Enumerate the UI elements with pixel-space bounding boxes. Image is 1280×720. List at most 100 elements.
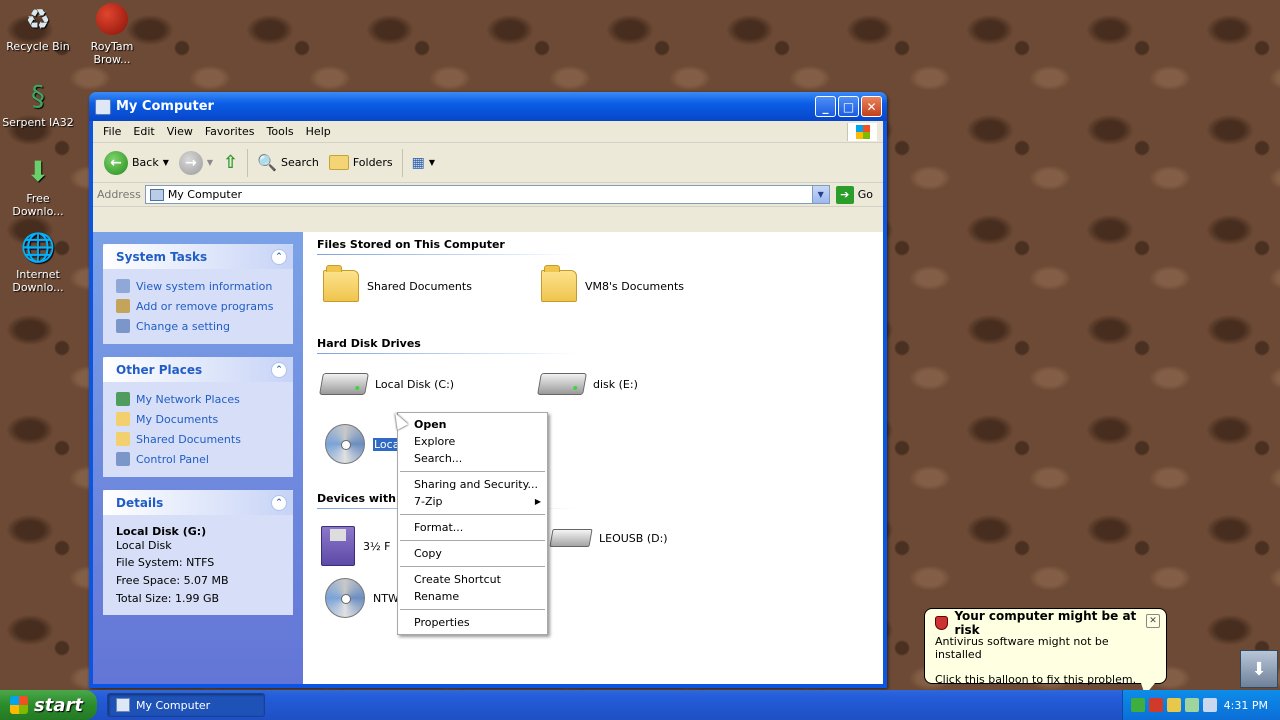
place-my-documents[interactable]: My Documents [116, 409, 283, 429]
place-my-network-places[interactable]: My Network Places [116, 389, 283, 409]
computer-icon [149, 188, 164, 201]
ctx-format[interactable]: Format... [398, 519, 547, 536]
leousb-d-item[interactable]: LEOUSB (D:) [549, 529, 668, 547]
group-header-hard-disks: Hard Disk Drives [317, 337, 577, 354]
local-disk-c-item[interactable]: Local Disk (C:) [319, 373, 454, 395]
file-view: Files Stored on This Computer Shared Doc… [303, 232, 883, 684]
go-arrow-icon: ➔ [835, 185, 854, 204]
desktop-icon-free-download[interactable]: ⬇ Free Downlo... [0, 154, 76, 218]
control-panel-icon [116, 452, 130, 466]
task-view-system-info[interactable]: View system information [116, 276, 283, 296]
place-control-panel[interactable]: Control Panel [116, 449, 283, 469]
panel-header[interactable]: Other Places ⌃ [103, 357, 293, 382]
cd-drive-icon [325, 578, 365, 618]
views-icon: ▦ [411, 154, 425, 171]
disc-drive-icon [325, 424, 365, 464]
address-dropdown-button[interactable]: ▼ [811, 186, 829, 203]
ctx-open[interactable]: Open [398, 416, 547, 433]
views-button[interactable]: ▦ ▼ [407, 148, 440, 178]
download-arrow-widget[interactable]: ⬇ [1240, 650, 1278, 688]
ctx-explore[interactable]: Explore [398, 433, 547, 450]
desktop-icon-internet-download[interactable]: 🌐 Internet Downlo... [0, 230, 76, 294]
panel-header[interactable]: Details ⌃ [103, 490, 293, 515]
desktop-icon-label: Recycle Bin [6, 40, 70, 53]
floppy-drive-item[interactable]: 3½ F [321, 526, 390, 566]
security-alert-tray-icon[interactable] [1149, 698, 1163, 712]
chevron-down-icon[interactable]: ▼ [207, 158, 213, 167]
chevron-down-icon[interactable]: ▼ [163, 158, 169, 167]
chevron-up-icon[interactable]: ⌃ [271, 361, 287, 378]
minimize-button[interactable]: _ [815, 96, 836, 117]
details-total-size: Total Size: 1.99 GB [116, 591, 220, 605]
task-pane: System Tasks ⌃ View system information A… [93, 232, 303, 684]
menu-file[interactable]: File [97, 125, 127, 138]
security-shield-icon [935, 616, 949, 630]
task-change-setting[interactable]: Change a setting [116, 316, 283, 336]
menu-separator [400, 609, 545, 610]
ctx-sharing-security[interactable]: Sharing and Security... [398, 476, 547, 493]
back-button[interactable]: ← Back ▼ [99, 148, 174, 178]
local-disk-g-item[interactable]: Loca [325, 424, 401, 464]
toolbar: ← Back ▼ → ▼ ⇧ 🔍 Search Folders ▦ ▼ [93, 143, 883, 183]
network-tray-icon[interactable] [1131, 698, 1145, 712]
task-add-remove-programs[interactable]: Add or remove programs [116, 296, 283, 316]
maximize-button[interactable]: □ [838, 96, 859, 117]
details-free-space: Free Space: 5.07 MB [116, 573, 229, 587]
folder-icon [116, 432, 130, 446]
item-label: VM8's Documents [585, 279, 684, 293]
ctx-properties[interactable]: Properties [398, 614, 547, 631]
ctx-search[interactable]: Search... [398, 450, 547, 467]
menu-help[interactable]: Help [300, 125, 337, 138]
desktop-icon-recycle-bin[interactable]: ♻ Recycle Bin [0, 2, 76, 53]
start-label: start [34, 694, 83, 716]
desktop-icon-roytam-browser[interactable]: RoyTam Brow... [74, 2, 150, 66]
back-label: Back [132, 156, 159, 169]
chevron-down-icon[interactable]: ▼ [429, 158, 435, 167]
balloon-line-1: Antivirus software might not be installe… [935, 635, 1109, 661]
update-tray-icon[interactable] [1167, 698, 1181, 712]
ctx-rename[interactable]: Rename [398, 588, 547, 605]
start-button[interactable]: start [0, 690, 97, 720]
item-label: disk (E:) [593, 377, 638, 391]
place-shared-documents[interactable]: Shared Documents [116, 429, 283, 449]
vm8-documents-item[interactable]: VM8's Documents [541, 265, 684, 302]
clock[interactable]: 4:31 PM [1224, 699, 1268, 712]
ctx-create-shortcut[interactable]: Create Shortcut [398, 571, 547, 588]
chevron-up-icon[interactable]: ⌃ [271, 248, 287, 265]
ctx-7zip[interactable]: 7-Zip ▶ [398, 493, 547, 510]
safely-remove-tray-icon[interactable] [1185, 698, 1199, 712]
title-bar[interactable]: My Computer _ □ ✕ [89, 92, 887, 121]
disk-e-item[interactable]: disk (E:) [537, 373, 638, 395]
forward-button[interactable]: → ▼ [174, 148, 218, 178]
details-file-system: File System: NTFS [116, 555, 215, 569]
menu-view[interactable]: View [161, 125, 199, 138]
close-button[interactable]: ✕ [861, 96, 882, 117]
address-input[interactable]: My Computer ▼ [144, 185, 830, 204]
details-panel: Details ⌃ Local Disk (G:) Local Disk Fil… [103, 490, 293, 615]
folders-label: Folders [352, 156, 393, 169]
security-balloon[interactable]: Your computer might be at risk ✕ Antivir… [924, 608, 1167, 695]
shared-documents-item[interactable]: Shared Documents [323, 265, 472, 302]
go-button[interactable]: ➔ Go [835, 185, 879, 204]
documents-folder-icon [116, 412, 130, 426]
display-tray-icon[interactable] [1203, 698, 1217, 712]
item-label: LEOUSB (D:) [599, 531, 668, 545]
up-button[interactable]: ⇧ [218, 148, 243, 178]
menu-favorites[interactable]: Favorites [199, 125, 261, 138]
ctx-copy[interactable]: Copy [398, 545, 547, 562]
panel-header[interactable]: System Tasks ⌃ [103, 244, 293, 269]
folders-button[interactable]: Folders [324, 148, 398, 178]
task-label: View system information [136, 279, 273, 293]
desktop-icon-serpent[interactable]: § Serpent IA32 [0, 78, 76, 129]
menu-edit[interactable]: Edit [127, 125, 160, 138]
balloon-close-button[interactable]: ✕ [1146, 614, 1160, 628]
add-remove-icon [116, 299, 130, 313]
ntw-drive-item[interactable]: NTW [325, 578, 399, 618]
taskbar-button-my-computer[interactable]: My Computer [107, 693, 265, 717]
desktop-icon-label: Serpent IA32 [2, 116, 74, 129]
menu-tools[interactable]: Tools [261, 125, 300, 138]
item-label: 3½ F [363, 539, 391, 553]
chevron-up-icon[interactable]: ⌃ [271, 494, 287, 511]
windows-flag-icon [855, 125, 870, 139]
search-button[interactable]: 🔍 Search [252, 148, 324, 178]
